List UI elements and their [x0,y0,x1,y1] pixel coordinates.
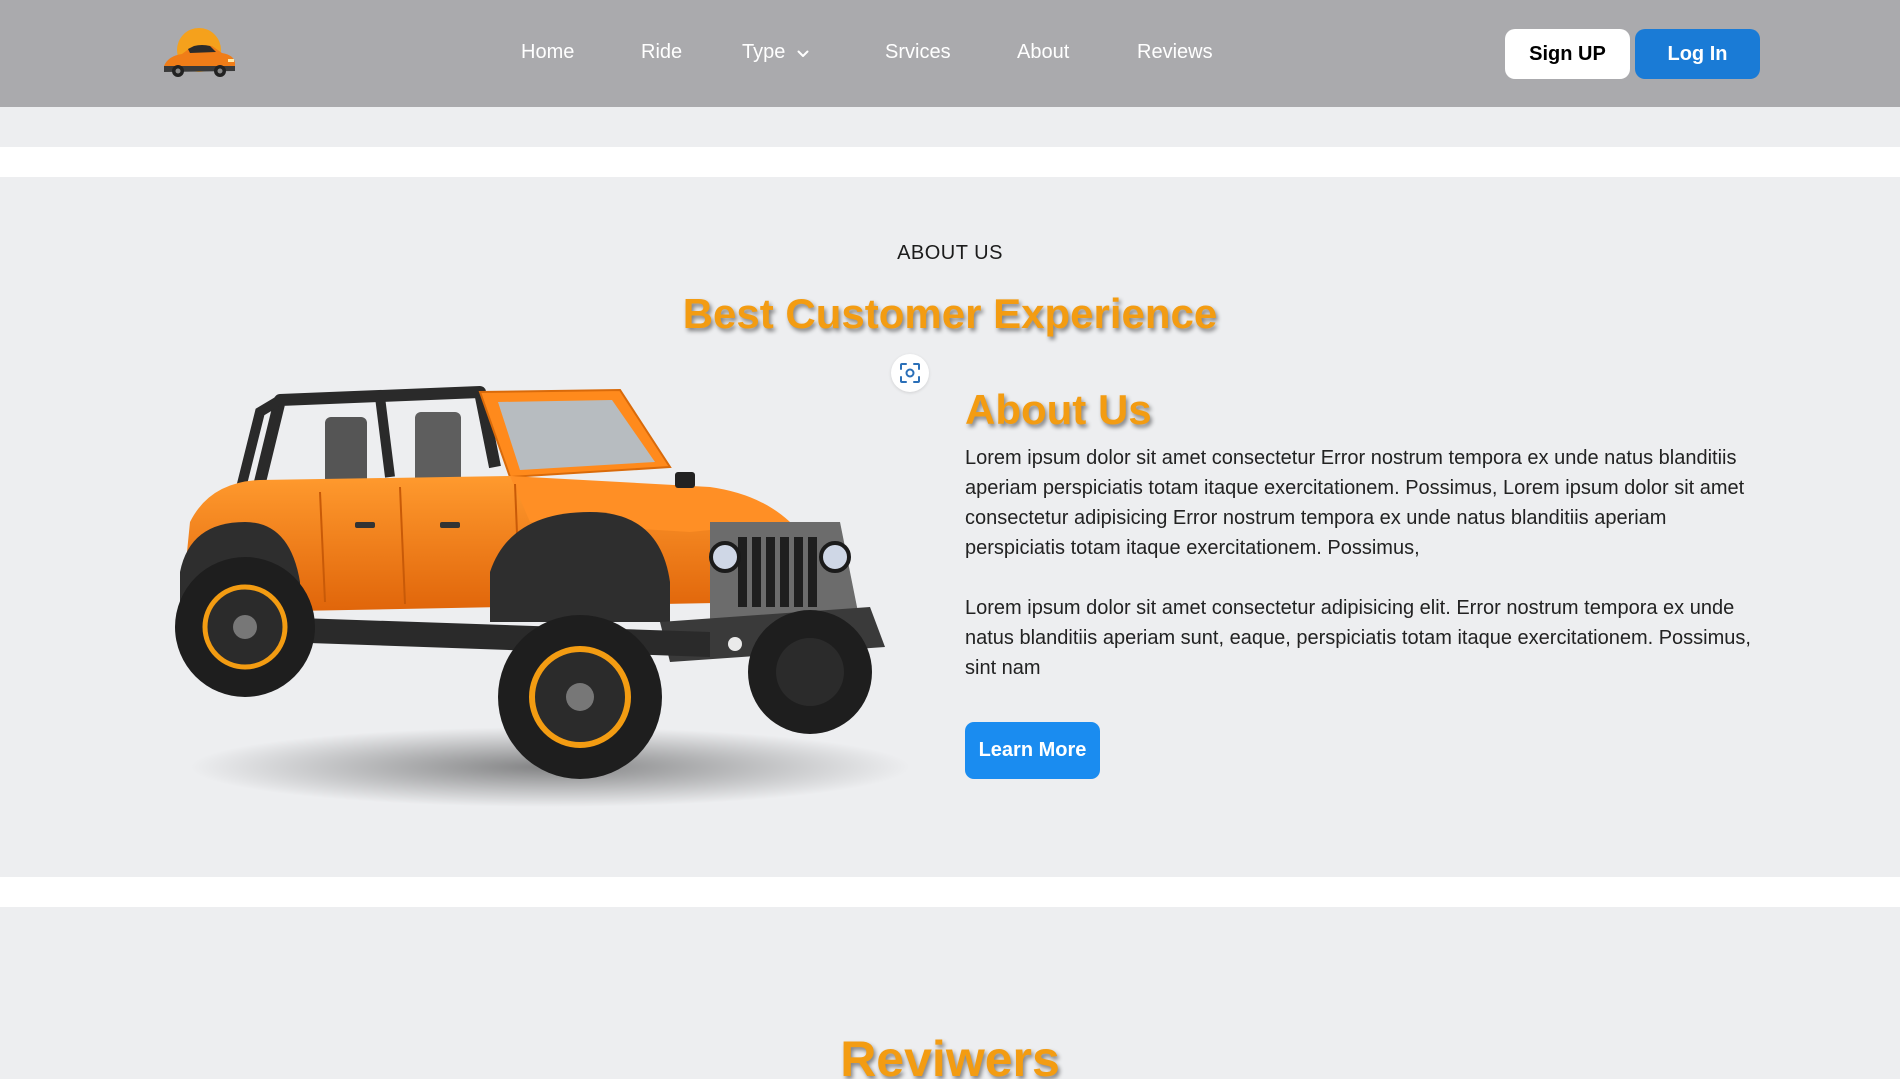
jeep-image [150,372,920,812]
car-logo-icon[interactable] [160,26,238,82]
nav-ride-link[interactable]: Ride [641,41,682,64]
chevron-down-icon [797,41,809,64]
nav-services-link[interactable]: Srvices [885,41,951,64]
about-paragraph-2: Lorem ipsum dolor sit amet consectetur a… [965,597,1751,679]
nav-about-link[interactable]: About [1017,41,1069,64]
learn-more-button[interactable]: Learn More [965,722,1100,779]
navbar: Home Ride Type Srvices About Reviews Sig… [0,0,1900,107]
section-divider [0,877,1900,907]
reviews-title: Reviwers [840,1031,1060,1079]
about-headline: Best Customer Experience [682,290,1218,337]
nav-type-label: Type [742,41,786,63]
sign-up-button[interactable]: Sign UP [1505,29,1630,79]
log-in-button[interactable]: Log In [1635,29,1760,79]
nav-reviews-link[interactable]: Reviews [1137,41,1213,64]
section-divider [0,147,1900,177]
nav-home-link[interactable]: Home [521,41,574,64]
about-title: About Us [965,386,1152,433]
nav-type-dropdown[interactable]: Type [742,41,809,64]
about-paragraph-1: Lorem ipsum dolor sit amet consectetur E… [965,447,1745,559]
about-kicker: ABOUT US [897,242,1003,264]
